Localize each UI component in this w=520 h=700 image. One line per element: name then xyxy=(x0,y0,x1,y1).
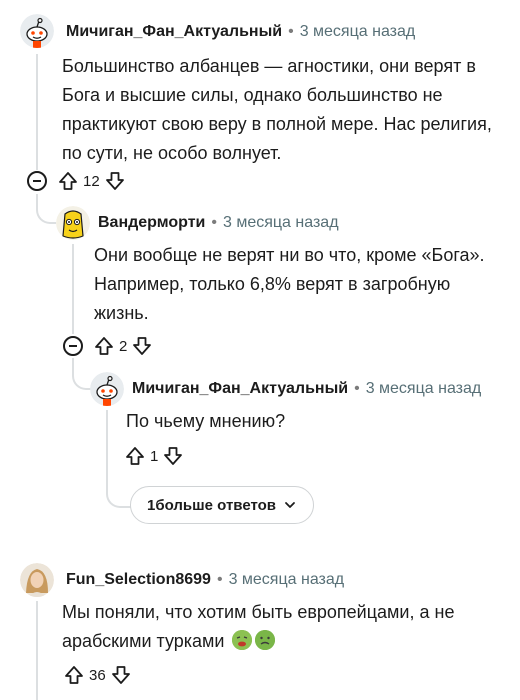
vote-row: 2 xyxy=(63,333,153,359)
thread-line[interactable] xyxy=(36,54,38,170)
comment-body: Они вообще не верят ни во что, кроме «Бо… xyxy=(94,245,485,323)
thread-connector xyxy=(72,358,92,390)
upvote-icon[interactable] xyxy=(57,170,79,192)
collapse-icon[interactable] xyxy=(63,336,83,356)
comment-author-line: Мичиган_Фан_Актуальный • 3 месяца назад xyxy=(132,380,481,398)
user-avatar-icon xyxy=(20,563,54,597)
upvote-icon[interactable] xyxy=(63,664,85,686)
avatar[interactable] xyxy=(90,372,124,406)
thread-connector xyxy=(36,194,56,224)
nauseated-face-emoji xyxy=(232,630,253,650)
avatar[interactable] xyxy=(20,14,54,48)
downvote-icon[interactable] xyxy=(131,335,153,357)
comment-body: Большинство албанцев — агностики, они ве… xyxy=(62,56,492,163)
reddit-snoo-avatar-icon xyxy=(90,372,124,406)
collapse-icon[interactable] xyxy=(27,171,47,191)
comment-time: 3 месяца назад xyxy=(365,380,482,397)
thread-line[interactable] xyxy=(36,601,38,700)
comment-body: Мы поняли, что хотим быть европейцами, а… xyxy=(62,598,498,656)
banana-avatar-icon xyxy=(56,206,90,240)
chevron-down-icon xyxy=(285,502,295,508)
vote-score: 36 xyxy=(89,666,106,684)
nauseated-face-emoji xyxy=(255,630,276,650)
comment-body: По чьему мнению? xyxy=(126,411,286,431)
downvote-icon[interactable] xyxy=(110,664,132,686)
vote-row: 36 xyxy=(63,662,132,688)
vote-row: 1 xyxy=(124,443,184,469)
avatar[interactable] xyxy=(20,563,54,597)
comment-time: 3 месяца назад xyxy=(299,23,416,40)
comment-author-line: Fun_Selection8699 • 3 месяца назад xyxy=(66,571,344,589)
downvote-icon[interactable] xyxy=(104,170,126,192)
separator-dot: • xyxy=(288,23,294,40)
vote-score: 1 xyxy=(150,447,159,465)
comment-time: 3 месяца назад xyxy=(228,571,345,588)
comment-time: 3 месяца назад xyxy=(222,214,339,231)
thread-line[interactable] xyxy=(72,244,74,334)
vote-score: 2 xyxy=(119,337,128,355)
more-replies-button[interactable]: 1 больше ответов xyxy=(130,486,314,524)
more-replies-count: 1 xyxy=(147,496,156,514)
downvote-icon[interactable] xyxy=(162,445,184,467)
comment-author[interactable]: Мичиган_Фан_Актуальный xyxy=(66,23,282,40)
more-replies-label: больше ответов xyxy=(155,496,276,514)
comment-author-line: Вандерморти • 3 месяца назад xyxy=(98,214,339,232)
comment-author-line: Мичиган_Фан_Актуальный • 3 месяца назад xyxy=(66,23,415,41)
reddit-snoo-avatar-icon xyxy=(20,14,54,48)
upvote-icon[interactable] xyxy=(124,445,146,467)
comment-author[interactable]: Вандерморти xyxy=(98,214,205,231)
avatar[interactable] xyxy=(56,206,90,240)
separator-dot: • xyxy=(354,380,360,397)
comment-author[interactable]: Мичиган_Фан_Актуальный xyxy=(132,380,348,397)
vote-score: 12 xyxy=(83,172,100,190)
separator-dot: • xyxy=(211,214,217,231)
thread-connector xyxy=(106,470,132,508)
separator-dot: • xyxy=(216,571,223,588)
comment-author[interactable]: Fun_Selection8699 xyxy=(66,571,211,588)
vote-row: 12 xyxy=(27,168,126,194)
upvote-icon[interactable] xyxy=(93,335,115,357)
